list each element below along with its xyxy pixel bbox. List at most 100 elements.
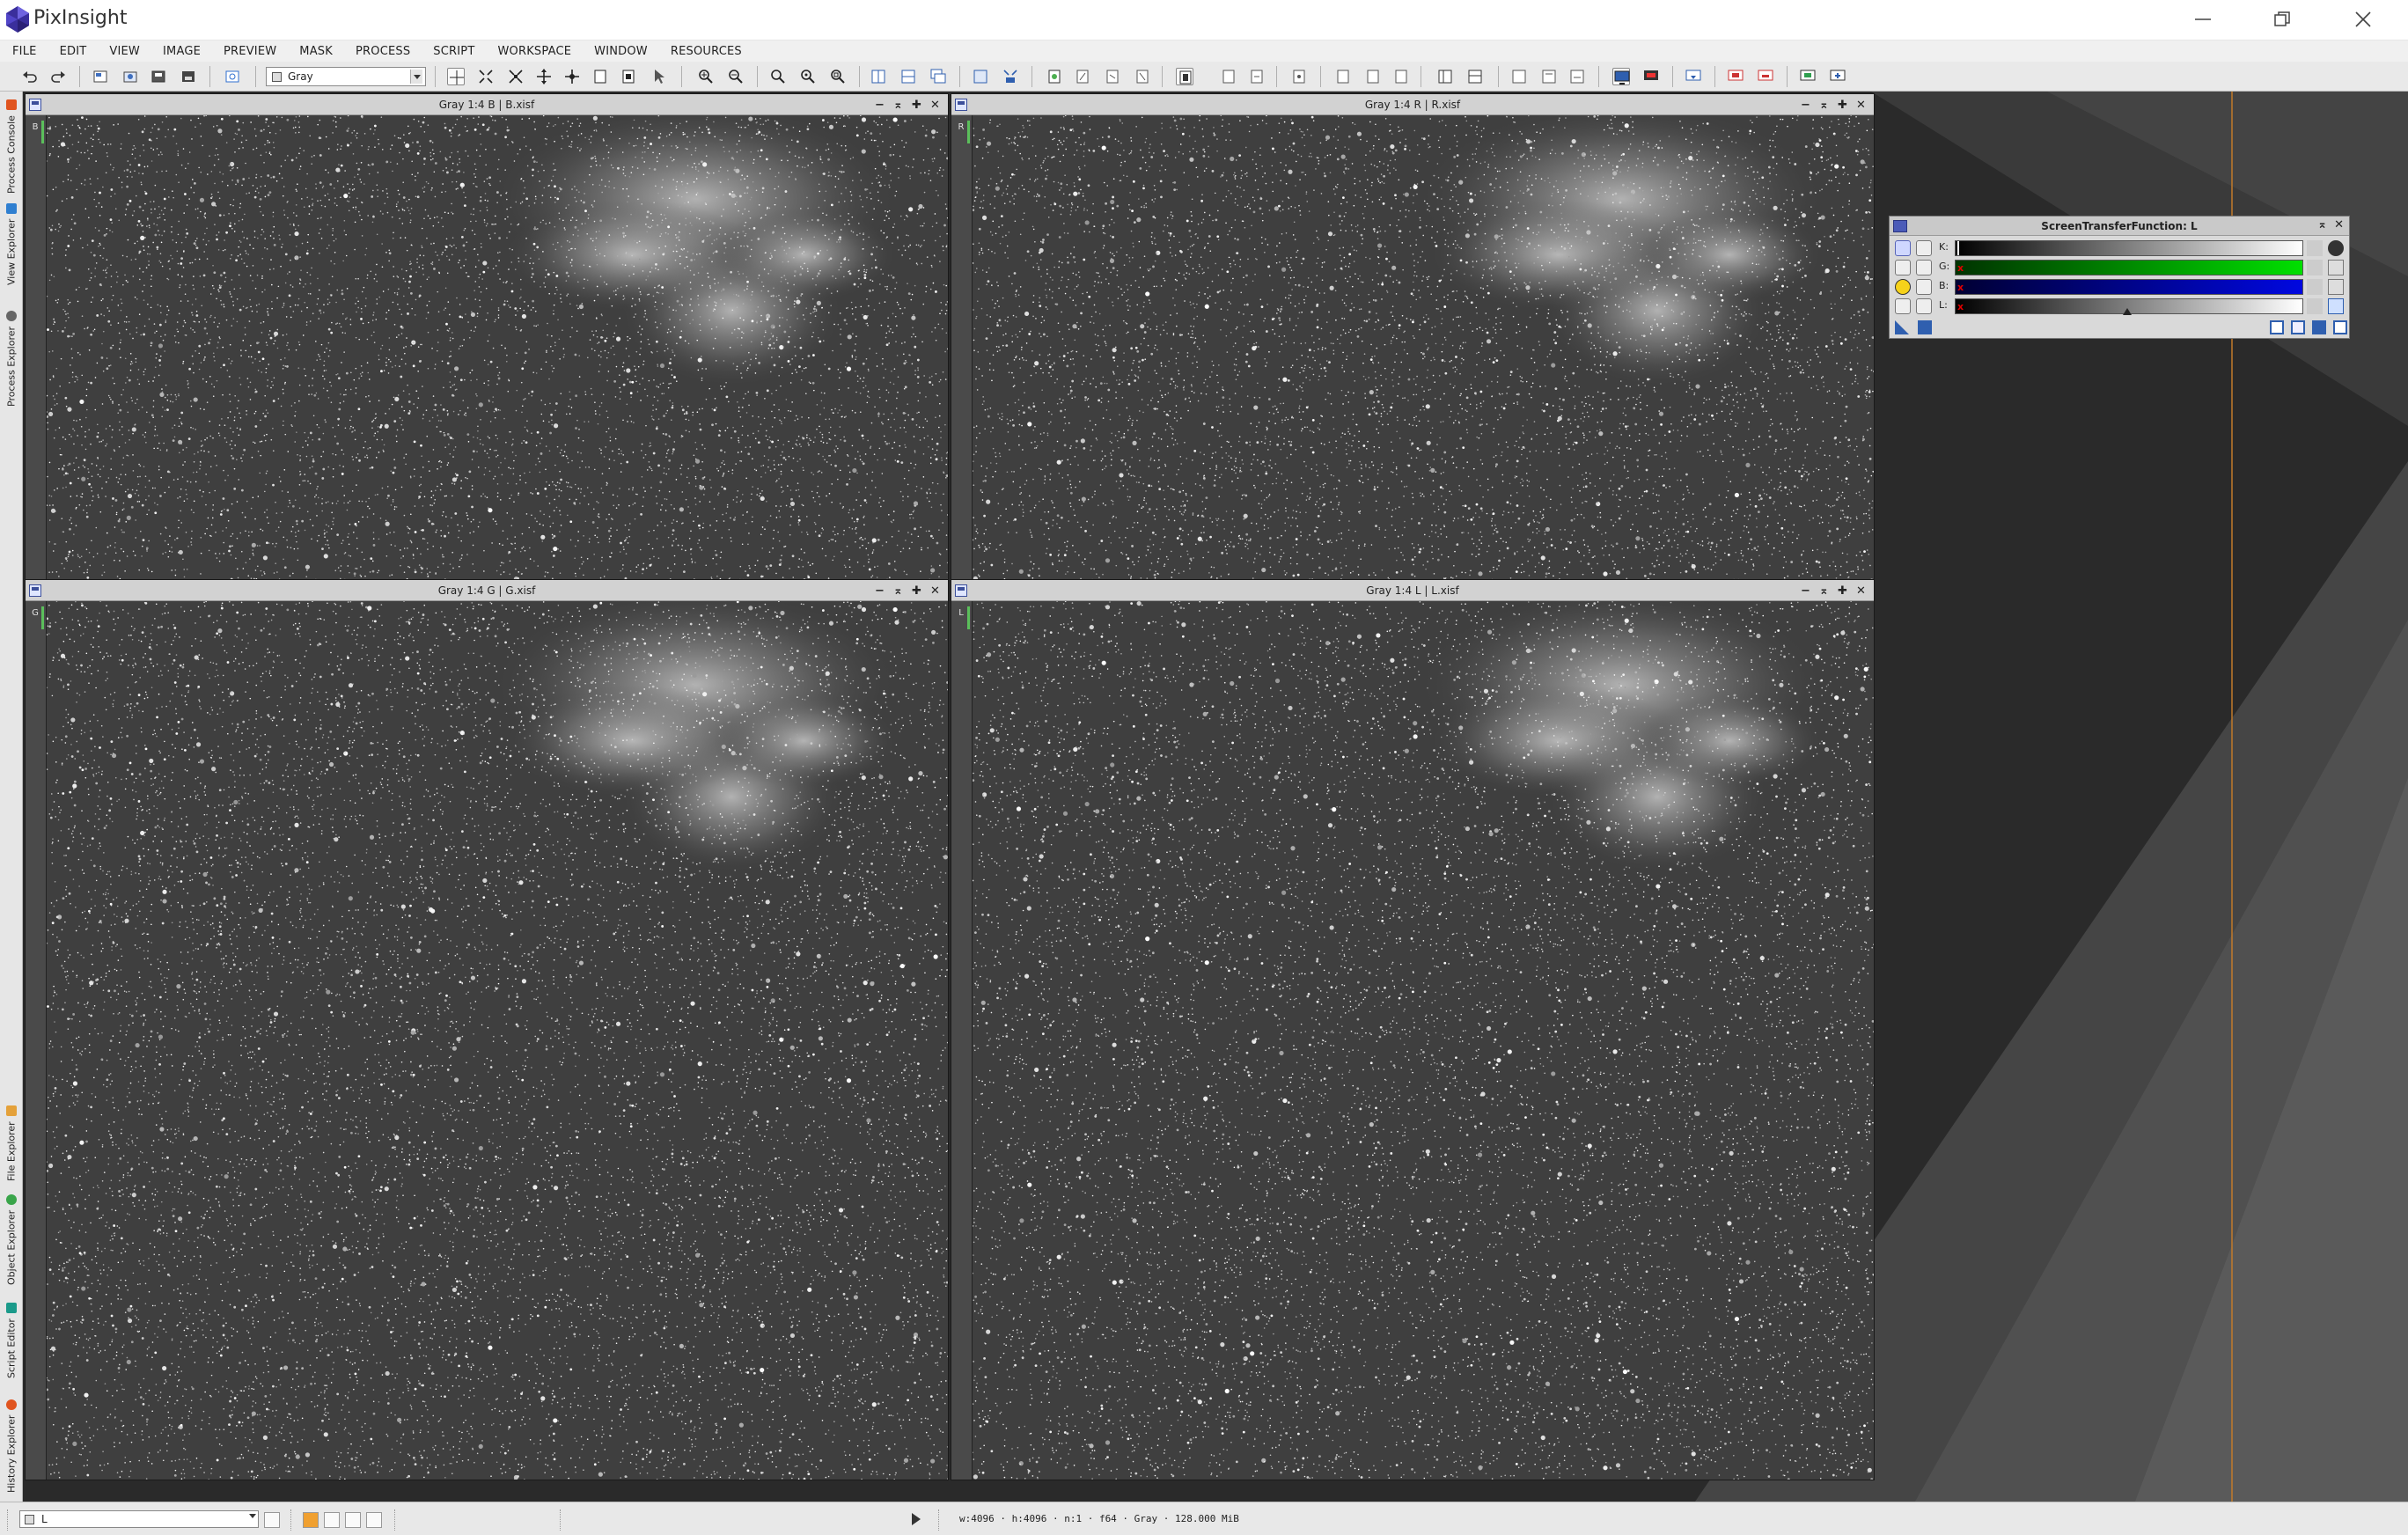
close-window-button[interactable]: ✕ — [1852, 582, 1870, 599]
move-icon[interactable] — [2328, 279, 2344, 295]
image-mode-combo[interactable]: Gray — [266, 67, 426, 86]
shade-window-button[interactable]: ⌅ — [1815, 96, 1833, 114]
explorer-3-button[interactable] — [1568, 68, 1586, 85]
view-selector-combo[interactable]: L — [19, 1510, 259, 1528]
color-swatch-3[interactable] — [345, 1512, 361, 1528]
shade-window-button[interactable]: ⌅ — [1815, 582, 1833, 599]
center-view-button[interactable] — [563, 68, 581, 85]
dock-tab-script-editor[interactable]: Script Editor — [2, 1296, 21, 1384]
redo-button[interactable] — [49, 68, 67, 85]
minimize-window-button[interactable]: − — [870, 96, 889, 114]
close-window-button[interactable] — [2324, 0, 2403, 39]
zoom-1-1-button[interactable] — [769, 68, 787, 85]
dock-tab-object-explorer[interactable]: Object Explorer — [2, 1192, 21, 1290]
zoom-out-button[interactable] — [727, 68, 745, 85]
mask-remove-button[interactable] — [1134, 68, 1151, 85]
color-swatch-2[interactable] — [324, 1512, 340, 1528]
pointer-icon[interactable] — [1916, 240, 1932, 256]
image-window-l[interactable]: Gray 1:4 L | L.xisf − ⌅ ✚ ✕ L — [951, 579, 1875, 1480]
readout-mode-button[interactable] — [447, 68, 465, 85]
dock-tab-history-explorer[interactable]: History Explorer — [2, 1389, 21, 1498]
stf-k-slider[interactable] — [1955, 240, 2303, 256]
zoom-out-icon[interactable] — [1916, 279, 1932, 295]
new-image-button[interactable] — [92, 68, 109, 85]
maximize-window-button[interactable]: ✚ — [1833, 582, 1852, 599]
window-menu-icon[interactable] — [29, 584, 41, 597]
workspace-3-button[interactable] — [1799, 68, 1817, 85]
view-selector-tab[interactable]: L — [951, 601, 973, 1480]
menu-resources[interactable]: RESOURCES — [671, 45, 742, 58]
view-settings-button[interactable] — [264, 1512, 280, 1528]
image-canvas-g[interactable] — [47, 601, 948, 1480]
monitor-icon[interactable] — [2328, 298, 2344, 314]
menu-workspace[interactable]: WORKSPACE — [497, 45, 571, 58]
reset-row-button[interactable] — [2307, 240, 2323, 256]
pan-mode-button[interactable] — [535, 68, 553, 85]
arrange-icons-button[interactable] — [972, 68, 989, 85]
menu-file[interactable]: FILE — [12, 45, 37, 58]
explorer-button[interactable] — [1510, 68, 1528, 85]
menu-process[interactable]: PROCESS — [356, 45, 410, 58]
close-window-button[interactable]: ✕ — [926, 582, 944, 599]
menu-window[interactable]: WINDOW — [594, 45, 648, 58]
shade-window-button[interactable]: ⌅ — [889, 96, 907, 114]
reset-row-button[interactable] — [2307, 298, 2323, 314]
workspace-2-button[interactable] — [1757, 68, 1774, 85]
stf-link-button[interactable] — [1176, 68, 1193, 85]
menu-view[interactable]: VIEW — [109, 45, 140, 58]
save-as-button[interactable] — [180, 68, 197, 85]
undo-button[interactable] — [21, 68, 39, 85]
shade-window-button[interactable]: ⌅ — [2317, 218, 2327, 231]
view-split-button[interactable] — [1436, 68, 1454, 85]
menu-image[interactable]: IMAGE — [163, 45, 201, 58]
play-icon[interactable] — [912, 1513, 921, 1525]
color-swatch-1[interactable] — [303, 1512, 319, 1528]
restore-window-button[interactable] — [2243, 0, 2322, 39]
view-selector-tab[interactable]: G — [26, 601, 47, 1480]
view-selector-tab[interactable]: R — [951, 115, 973, 580]
workspace-button[interactable] — [1685, 68, 1702, 85]
browse-icon[interactable] — [2291, 320, 2305, 334]
dock-tab-view-explorer[interactable]: View Explorer — [2, 202, 21, 290]
zoom-mode-button[interactable] — [507, 68, 525, 85]
stf-auto-button[interactable] — [1220, 68, 1237, 85]
image-canvas-l[interactable] — [973, 601, 1874, 1480]
zoom-optimal-button[interactable] — [829, 68, 847, 85]
new-preview-button[interactable] — [591, 68, 609, 85]
wrench-icon[interactable] — [1895, 298, 1911, 314]
zoom-in-icon[interactable] — [1916, 260, 1932, 275]
reset-row-button[interactable] — [2307, 279, 2323, 295]
zoom-fit-button[interactable] — [477, 68, 495, 85]
minimize-window-button[interactable]: − — [1796, 96, 1815, 114]
tile-horizontal-button[interactable] — [870, 68, 887, 85]
image-window-g[interactable]: Gray 1:4 G | G.xisf − ⌅ ✚ ✕ G — [25, 579, 949, 1480]
stf-reset-button[interactable] — [1248, 68, 1266, 85]
stf-g-slider[interactable]: x — [1955, 260, 2303, 275]
image-window-title[interactable]: Gray 1:4 B | B.xisf — [26, 94, 948, 115]
mask-enable-button[interactable] — [1046, 68, 1063, 85]
color-swatch-4[interactable] — [366, 1512, 382, 1528]
minimize-window-button[interactable]: − — [1796, 582, 1815, 599]
shade-window-button[interactable]: ⌅ — [889, 582, 907, 599]
image-window-title[interactable]: Gray 1:4 R | R.xisf — [951, 94, 1874, 115]
mask-show-button[interactable] — [1104, 68, 1121, 85]
radiation-icon[interactable] — [1895, 279, 1911, 295]
fullscreen-button[interactable] — [1642, 68, 1660, 85]
menu-mask[interactable]: MASK — [299, 45, 333, 58]
image-window-b[interactable]: Gray 1:4 B | B.xisf − ⌅ ✚ ✕ B — [25, 93, 949, 581]
project-button[interactable] — [224, 68, 241, 85]
display-blue-button[interactable] — [1392, 68, 1410, 85]
stf-window-title[interactable]: ScreenTransferFunction: L — [1890, 217, 2349, 236]
close-window-button[interactable]: ✕ — [2334, 218, 2344, 231]
explorer-2-button[interactable] — [1540, 68, 1558, 85]
move-icon[interactable] — [2328, 260, 2344, 275]
save-image-button[interactable] — [150, 68, 167, 85]
stf-window[interactable]: ScreenTransferFunction: L ⌅ ✕ K: G: x B: — [1889, 216, 2350, 339]
close-window-button[interactable]: ✕ — [926, 96, 944, 114]
edit-preview-button[interactable] — [620, 68, 637, 85]
minimize-window-button[interactable]: − — [870, 582, 889, 599]
workspace-1-button[interactable] — [1727, 68, 1744, 85]
menu-preview[interactable]: PREVIEW — [224, 45, 276, 58]
view-selector-tab[interactable]: B — [26, 115, 47, 580]
open-image-button[interactable] — [121, 68, 139, 85]
